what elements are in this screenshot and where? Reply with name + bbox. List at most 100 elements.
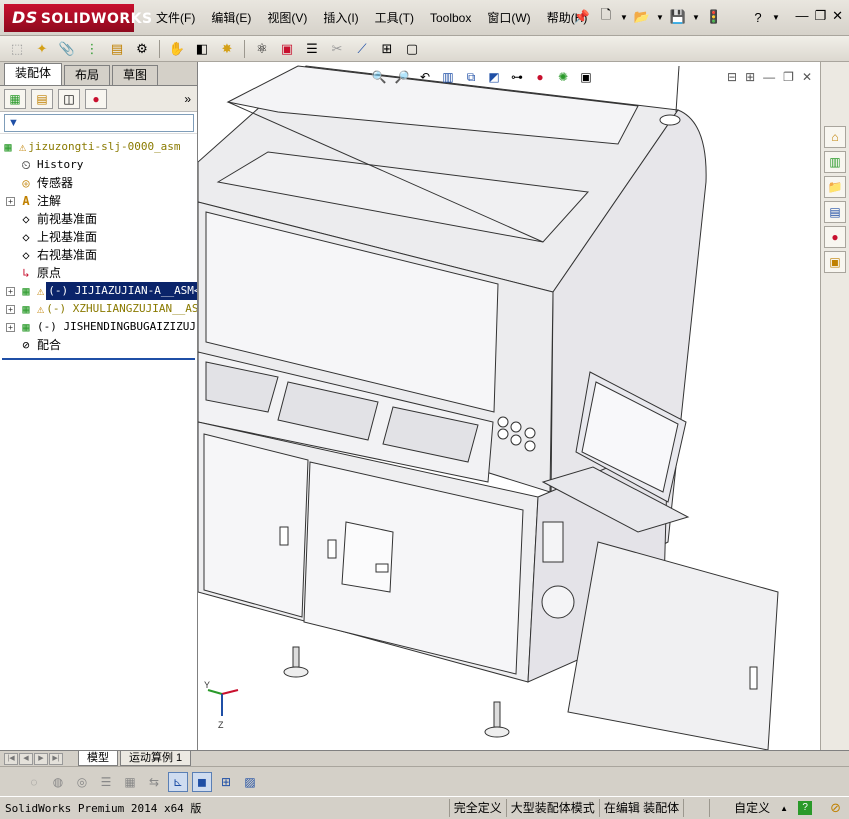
menu-insert[interactable]: 插入(I)	[315, 9, 366, 27]
solidworks-logo[interactable]: DS SOLIDWORKS	[4, 4, 152, 32]
new-motion-study-icon[interactable]: ▣	[276, 38, 298, 60]
save-dropdown-arrow-icon[interactable]: ▼	[692, 13, 700, 22]
assembly-features-icon[interactable]: ✸	[216, 38, 238, 60]
shaded-with-edges-icon[interactable]: ▦	[120, 772, 140, 792]
move-component-icon[interactable]: ✋	[166, 38, 188, 60]
menu-toolbox[interactable]: Toolbox	[422, 9, 479, 27]
tile-vertical-icon[interactable]: ⊞	[745, 70, 755, 84]
rebuild-status-icon[interactable]: ⊘	[830, 800, 841, 816]
view-settings-icon[interactable]: ▣	[577, 68, 595, 86]
pin-icon[interactable]: 📌	[572, 7, 592, 27]
speedpak-icon[interactable]: ▢	[401, 38, 423, 60]
bill-of-materials-icon[interactable]: ☰	[301, 38, 323, 60]
section-view-icon[interactable]: ▥	[439, 68, 457, 86]
menu-file[interactable]: 文件(F)	[148, 9, 203, 27]
hidden-lines-removed-icon[interactable]: ◎	[72, 772, 92, 792]
tree-item-sensors[interactable]: ◎ 传感器	[0, 174, 197, 192]
open-folder-icon[interactable]: 📂	[632, 7, 652, 27]
display-mode-icon[interactable]: ◼	[192, 771, 212, 792]
previous-view-icon[interactable]: ↶	[416, 68, 434, 86]
zoom-to-area-icon[interactable]: 🔎	[393, 68, 411, 86]
perspective-icon[interactable]: ⊾	[168, 771, 188, 792]
tree-component[interactable]: + ▦ (-) JISHENDINGBUGAIZIZUJIAN	[0, 318, 197, 336]
instant3d-icon[interactable]: ⟋	[351, 38, 373, 60]
tab-assembly[interactable]: 装配体	[4, 63, 63, 85]
tree-item-annotations[interactable]: + A 注解	[0, 192, 197, 210]
tree-item-mates[interactable]: ⊘ 配合	[0, 336, 197, 354]
apply-scene-icon[interactable]: ✺	[554, 68, 572, 86]
new-document-icon[interactable]: 🗋	[596, 7, 616, 27]
display-style-icon[interactable]: ◩	[485, 68, 503, 86]
shaded-icon[interactable]: ☰	[96, 772, 116, 792]
tree-component[interactable]: + ▦ ⚠ (-) JIJIAZUJIAN-A__ASM<	[0, 282, 197, 300]
expand-plus-icon[interactable]: +	[6, 304, 15, 314]
tree-item-front-plane[interactable]: ◇ 前视基准面	[0, 210, 197, 228]
tile-horizontal-icon[interactable]: ⊟	[727, 70, 737, 84]
view-palette-icon[interactable]: ▤	[824, 201, 846, 223]
menu-edit[interactable]: 编辑(E)	[203, 9, 259, 27]
tree-item-history[interactable]: ⏲ History	[0, 156, 197, 174]
design-library-icon[interactable]: ▥	[824, 151, 846, 173]
tree-item-origin[interactable]: ↳ 原点	[0, 264, 197, 282]
filter-funnel-icon[interactable]: ▼	[8, 117, 19, 129]
viewport-close-icon[interactable]: ✕	[802, 70, 812, 84]
more-managers-chevron-icon[interactable]: »	[184, 92, 191, 106]
zoom-to-fit-icon[interactable]: 🔍	[370, 68, 388, 86]
view-orientation-icon[interactable]: ⧉	[462, 68, 480, 86]
edit-appearance-icon[interactable]: ●	[531, 68, 549, 86]
quick-tips-help-icon[interactable]: ?	[798, 801, 813, 815]
tree-root[interactable]: ▦ ⚠ jizuzongti-slj-0000_asm	[0, 138, 197, 156]
tree-component[interactable]: + ▦ ⚠ (-) XZHULIANGZUJIAN__ASM	[0, 300, 197, 318]
paperclip-icon[interactable]: 📎	[56, 38, 78, 60]
graphics-area[interactable]: 🔍 🔎 ↶ ▥ ⧉ ◩ ⊶ ● ✺ ▣ ⊟ ⊞ — ❐ ✕ Y Z	[198, 62, 820, 750]
appearances-icon[interactable]: ●	[824, 226, 846, 248]
configuration-manager-icon[interactable]: ◫	[58, 88, 80, 109]
minimize-icon[interactable]: —	[795, 8, 808, 24]
save-icon[interactable]: 💾	[668, 7, 688, 27]
new-dropdown-arrow-icon[interactable]: ▼	[620, 13, 628, 22]
expand-plus-icon[interactable]: +	[6, 322, 15, 332]
tab-model[interactable]: 模型	[78, 751, 118, 766]
first-tab-arrow-icon[interactable]: |◀	[4, 752, 18, 765]
open-dropdown-arrow-icon[interactable]: ▼	[656, 13, 664, 22]
units-selector[interactable]: 自定义	[709, 799, 774, 817]
exploded-view-icon[interactable]: ✂	[326, 38, 348, 60]
restore-icon[interactable]: ❐	[814, 8, 826, 24]
home-icon[interactable]: ⌂	[824, 126, 846, 148]
help-dropdown-arrow-icon[interactable]: ▼	[772, 13, 780, 22]
units-dropdown-arrow-icon[interactable]: ▲	[780, 804, 788, 813]
tab-motion-study[interactable]: 运动算例 1	[120, 751, 192, 766]
show-hidden-components-icon[interactable]: ◧	[191, 38, 213, 60]
file-explorer-icon[interactable]: 📁	[824, 176, 846, 198]
rollback-bar[interactable]	[2, 358, 195, 360]
prev-tab-arrow-icon[interactable]: ◀	[19, 752, 33, 765]
tile-view-icon[interactable]: ⊞	[216, 772, 236, 792]
hide-show-items-icon[interactable]: ⊶	[508, 68, 526, 86]
smart-fasteners-icon[interactable]: ⚙	[131, 38, 153, 60]
zoom-window-icon[interactable]: ▨	[240, 772, 260, 792]
rebuild-traffic-light-icon[interactable]: 🚦	[704, 7, 724, 27]
reference-geometry-icon[interactable]: ⚛	[251, 38, 273, 60]
interference-detection-icon[interactable]: ⊞	[376, 38, 398, 60]
last-tab-arrow-icon[interactable]: ▶|	[49, 752, 63, 765]
mate-icon[interactable]: ⋮	[81, 38, 103, 60]
help-icon[interactable]: ?	[748, 7, 768, 27]
draft-quality-icon[interactable]: ⇆	[144, 772, 164, 792]
hidden-lines-visible-icon[interactable]: ◍	[48, 772, 68, 792]
display-manager-icon[interactable]: ●	[85, 88, 107, 109]
menu-window[interactable]: 窗口(W)	[479, 9, 538, 27]
tree-item-right-plane[interactable]: ◇ 右视基准面	[0, 246, 197, 264]
menu-tools[interactable]: 工具(T)	[367, 9, 422, 27]
machine-model[interactable]	[198, 62, 820, 750]
component-pattern-icon[interactable]: ▤	[106, 38, 128, 60]
tree-item-top-plane[interactable]: ◇ 上视基准面	[0, 228, 197, 246]
feature-manager-tree-icon[interactable]: ▦	[4, 88, 26, 109]
viewport-restore-icon[interactable]: ❐	[783, 70, 794, 84]
next-tab-arrow-icon[interactable]: ▶	[34, 752, 48, 765]
tab-sketch[interactable]: 草图	[112, 65, 159, 85]
property-manager-icon[interactable]: ▤	[31, 88, 53, 109]
expand-plus-icon[interactable]: +	[6, 196, 15, 206]
tab-layout[interactable]: 布局	[64, 65, 111, 85]
expand-plus-icon[interactable]: +	[6, 286, 15, 296]
new-part-icon[interactable]: ✦	[31, 38, 53, 60]
